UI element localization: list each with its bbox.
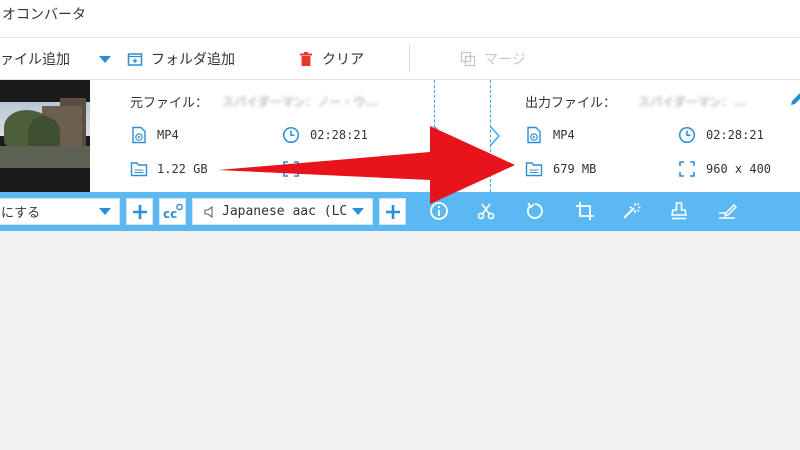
subtitle-dropdown-value: にする — [1, 206, 41, 221]
trash-icon — [298, 51, 314, 67]
title-bar: オコンバータ — [0, 0, 800, 38]
crop-icon — [576, 202, 594, 220]
merge-button[interactable]: マージ — [460, 38, 526, 80]
merge-icon — [460, 51, 476, 67]
clock-icon — [282, 126, 300, 144]
source-file-label: 元ファイル： — [130, 96, 209, 111]
video-file-icon — [130, 126, 148, 144]
add-audio-button[interactable] — [379, 198, 406, 225]
output-resolution: 960 x 400 — [706, 162, 772, 176]
output-clock-icon — [678, 126, 696, 144]
info-button[interactable] — [428, 200, 450, 222]
resolution-icon — [282, 160, 300, 178]
audio-track-dropdown[interactable]: Japanese aac (LC — [192, 198, 373, 225]
plus-icon — [132, 204, 147, 219]
add-folder-button[interactable]: フォルダ追加 — [127, 38, 235, 80]
output-file-icon — [525, 160, 543, 178]
chevron-left-mark — [433, 125, 444, 147]
add-subtitle-button[interactable] — [126, 198, 153, 225]
video-thumbnail[interactable] — [0, 80, 90, 192]
folder-add-icon — [127, 51, 143, 67]
cut-button[interactable] — [475, 200, 497, 222]
rotate-button[interactable] — [524, 200, 546, 222]
chevron-right-icon — [489, 125, 500, 147]
chevron-down-icon — [99, 208, 111, 215]
source-format: MP4 — [157, 128, 179, 142]
converter-window: オコンバータ ァイル追加 フォルダ追加 クリア マージ 元ファイル： スパイダー… — [0, 0, 800, 450]
add-file-button[interactable]: ァイル追加 — [0, 38, 70, 80]
scissors-icon — [477, 203, 495, 220]
subtitle-settings-button[interactable]: cc — [159, 198, 186, 225]
toolbar-divider — [409, 44, 410, 72]
source-size: 1.22 GB — [157, 162, 208, 176]
subtitle-edit-button[interactable] — [716, 200, 738, 222]
add-folder-label: フォルダ追加 — [151, 52, 235, 68]
speaker-icon — [204, 205, 213, 218]
subtitle-dropdown[interactable]: にする — [0, 198, 120, 225]
edit-toolbar: にする cc Japanese aac (LC — [0, 192, 800, 231]
file-item-row[interactable]: 元ファイル： スパイダーマン：ノー・ウ... MP4 02:28:21 1.22… — [0, 80, 800, 192]
source-file-name: スパイダーマン：ノー・ウ... — [222, 95, 380, 109]
crop-button[interactable] — [574, 200, 596, 222]
output-size: 679 MB — [553, 162, 597, 176]
stamp-icon — [671, 202, 687, 220]
plus-icon — [385, 204, 400, 219]
pen-lines-icon — [719, 203, 737, 219]
add-file-dropdown-button[interactable] — [99, 38, 111, 80]
merge-label: マージ — [484, 52, 526, 68]
clear-label: クリア — [322, 52, 364, 68]
closed-caption-settings-icon: cc — [163, 203, 183, 221]
rotate-icon — [527, 202, 543, 219]
effects-button[interactable] — [620, 200, 642, 222]
output-file-name: スパイダーマン：... — [638, 95, 748, 109]
clear-button[interactable]: クリア — [298, 38, 364, 80]
magic-wand-icon — [623, 203, 641, 219]
output-format: MP4 — [553, 128, 575, 142]
audio-track-value: Japanese aac (LC — [222, 204, 348, 219]
file-icon — [130, 160, 148, 178]
output-video-file-icon — [525, 126, 543, 144]
source-duration: 02:28:21 — [310, 128, 368, 142]
watermark-button[interactable] — [668, 200, 690, 222]
toolbar: ァイル追加 フォルダ追加 クリア マージ — [0, 38, 800, 80]
output-resolution-icon — [678, 160, 696, 178]
output-file-label: 出力ファイル： — [525, 96, 617, 111]
chevron-down-icon — [352, 208, 364, 215]
chevron-down-icon — [99, 55, 111, 63]
svg-text:cc: cc — [163, 207, 177, 221]
add-file-label: ァイル追加 — [0, 52, 70, 68]
edit-name-icon[interactable] — [788, 90, 800, 108]
window-title: オコンバータ — [2, 7, 86, 23]
output-duration: 02:28:21 — [706, 128, 764, 142]
info-icon — [430, 202, 448, 220]
